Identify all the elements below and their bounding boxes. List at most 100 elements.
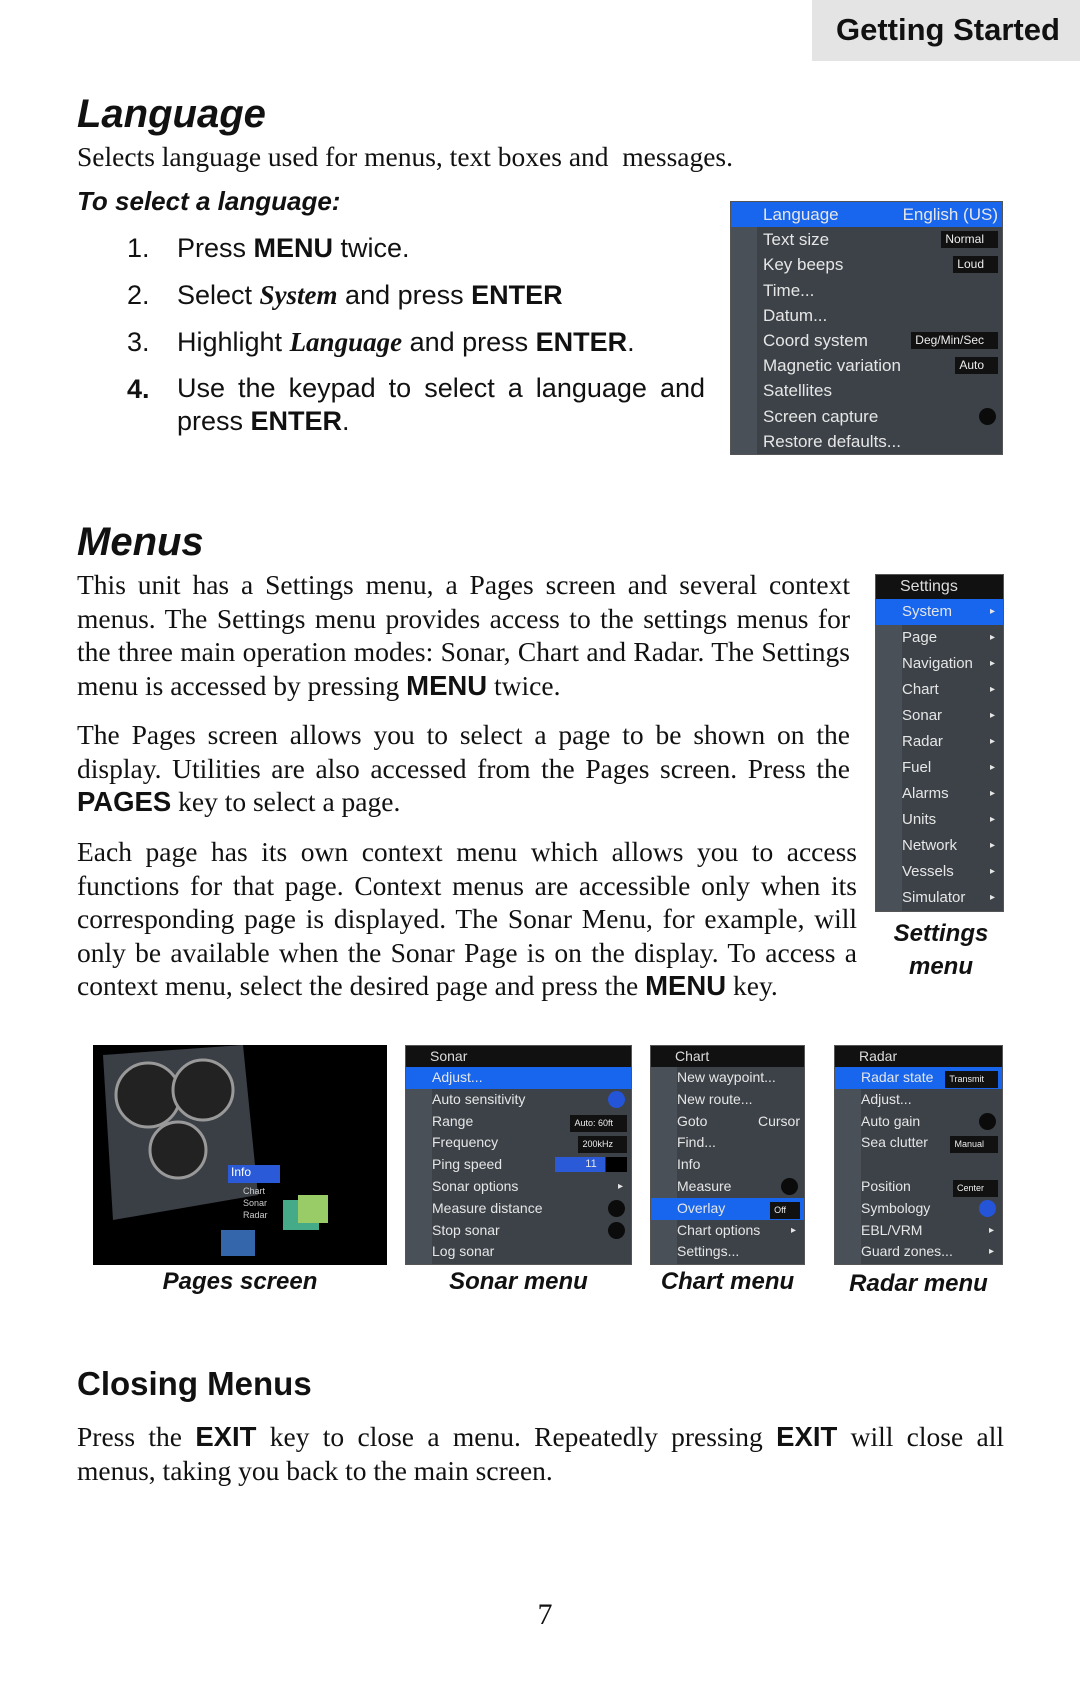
- arrow-right-icon: ▸: [988, 1246, 994, 1258]
- closing-menus-title: Closing Menus: [77, 1365, 312, 1402]
- arrow-right-icon: ▸: [989, 762, 995, 773]
- menu-row-label: Text size: [763, 230, 830, 250]
- step-text: Select System and press ENTER: [177, 280, 563, 311]
- arrow-right-icon: ▸: [989, 632, 995, 643]
- menu-row-label: Time...: [763, 280, 815, 300]
- settings-item: Navigation ▸: [876, 651, 1003, 677]
- menu-row-label: Radar state: [861, 1069, 934, 1085]
- menu-row-label: Stop sonar: [432, 1221, 500, 1238]
- toggle-on-icon: [979, 1199, 996, 1217]
- menus-title: Menus: [77, 520, 204, 564]
- gauge-icon: [114, 1061, 182, 1129]
- menu-row-label: Auto sensitivity: [432, 1090, 526, 1107]
- settings-item: Chart ▸: [876, 677, 1003, 703]
- dropdown-value: Manual: [950, 1136, 998, 1154]
- sonar-menu-screenshot: Sonar Adjust... Auto sensitivity Range Auto:…: [405, 1045, 632, 1265]
- menu-row: Info: [651, 1154, 804, 1176]
- toggle-off-icon: [979, 407, 996, 425]
- dropdown-value: Transmit: [945, 1071, 998, 1088]
- menu-row-label: Language: [763, 205, 839, 224]
- menu-row: Measure distance: [406, 1198, 631, 1220]
- menu-row-label: Chart options: [677, 1221, 761, 1238]
- settings-menu-header: Settings: [876, 575, 1003, 599]
- settings-item-label: Vessels: [902, 863, 954, 880]
- text-segment: Press: [177, 233, 254, 263]
- menus-paragraph-3: Each page has its own context menu which…: [77, 835, 857, 1003]
- step-text: Press MENU twice.: [177, 233, 410, 264]
- menu-row-label: Datum...: [763, 305, 828, 325]
- menu-row: [835, 1154, 1002, 1176]
- settings-item: Alarms ▸: [876, 781, 1003, 807]
- key-name: MENU: [253, 233, 334, 263]
- menu-row: Position Center: [835, 1176, 1002, 1198]
- step-number: 1.: [127, 233, 150, 263]
- radar-menu-caption: Radar menu: [849, 1270, 988, 1297]
- menu-row: New route...: [651, 1089, 804, 1111]
- menu-row-label: Settings...: [677, 1243, 740, 1260]
- key-name: ENTER: [471, 280, 563, 310]
- menu-row-label: Restore defaults...: [763, 431, 901, 451]
- menu-row: Overlay Off: [651, 1197, 804, 1220]
- key-name: ENTER: [250, 406, 343, 436]
- text-segment: .: [627, 327, 635, 357]
- menu-row: Screen capture: [731, 404, 1002, 429]
- arrow-right-icon: ▸: [988, 1224, 994, 1236]
- page-thumbnail: [221, 1230, 255, 1256]
- menu-row: Settings...: [651, 1241, 804, 1263]
- menu-row: Satellites: [731, 378, 1002, 403]
- radar-menu-header: Radar: [835, 1046, 1002, 1067]
- arrow-right-icon: ▸: [989, 736, 995, 747]
- menu-row-label: Adjust...: [861, 1090, 912, 1107]
- menu-row: Find...: [651, 1132, 804, 1154]
- menu-row: Sonar options ▸: [406, 1176, 631, 1198]
- toggle-off-icon: [608, 1221, 625, 1239]
- toggle-off-icon: [781, 1177, 798, 1195]
- menu-row: Frequency 200kHz: [406, 1132, 631, 1154]
- menu-row: Time...: [731, 278, 1002, 303]
- settings-item-label: Fuel: [902, 759, 932, 776]
- arrow-right-icon: ▸: [790, 1224, 796, 1236]
- menu-row-label: Satellites: [763, 381, 832, 401]
- menu-item-name: Language: [289, 327, 403, 357]
- settings-item-label: Simulator: [902, 889, 966, 906]
- arrow-right-icon: ▸: [989, 814, 995, 825]
- text-segment: Highlight: [177, 327, 290, 357]
- settings-item-label: Alarms: [902, 785, 949, 802]
- menu-row-label: New route...: [677, 1090, 753, 1107]
- settings-item-label: Navigation: [902, 655, 973, 672]
- menus-paragraph-2: The Pages screen allows you to select a …: [77, 718, 850, 819]
- dropdown-value: Center: [952, 1179, 998, 1197]
- menu-row-label: Sea clutter: [861, 1134, 928, 1151]
- menu-row-label: Symbology: [861, 1199, 931, 1216]
- menu-row: EBL/VRM ▸: [835, 1220, 1002, 1242]
- menu-row: Radar state Transmit: [835, 1067, 1002, 1089]
- menu-row: Chart options ▸: [651, 1220, 804, 1242]
- settings-item-label: Sonar: [902, 707, 943, 724]
- menus-paragraph-1: This unit has a Settings menu, a Pages s…: [77, 568, 850, 702]
- menu-row: Log sonar: [406, 1241, 631, 1263]
- page-thumbnail: [298, 1195, 328, 1223]
- menu-item-name: System: [259, 280, 338, 310]
- step-number: 2.: [127, 280, 150, 310]
- text-segment: and press: [337, 280, 472, 310]
- radar-menu-screenshot: Radar Radar state Transmit Adjust... Auto ga…: [834, 1045, 1003, 1265]
- text-segment: twice.: [487, 669, 561, 701]
- key-name: MENU: [406, 669, 488, 701]
- pages-label-chart: Chart: [243, 1186, 266, 1196]
- settings-item-label: System: [902, 603, 953, 620]
- menu-row: Goto Cursor: [651, 1111, 804, 1133]
- menu-row-label: Log sonar: [432, 1243, 495, 1260]
- menu-row: Auto gain: [835, 1111, 1002, 1133]
- dropdown-value: Deg/Min/Sec: [911, 331, 998, 349]
- settings-item: Network ▸: [876, 833, 1003, 859]
- arrow-right-icon: ▸: [989, 866, 995, 877]
- menu-row: New waypoint...: [651, 1067, 804, 1089]
- dropdown-value: Auto: [955, 357, 998, 375]
- menu-row-label: Guard zones...: [861, 1243, 953, 1260]
- menu-row: Restore defaults...: [731, 429, 1002, 454]
- menu-row: Coord system Deg/Min/Sec: [731, 328, 1002, 353]
- ping-speed-slider: 11: [555, 1157, 627, 1173]
- menu-row: Measure: [651, 1176, 804, 1198]
- arrow-right-icon: ▸: [989, 840, 995, 851]
- menu-row-label: Range: [432, 1112, 474, 1129]
